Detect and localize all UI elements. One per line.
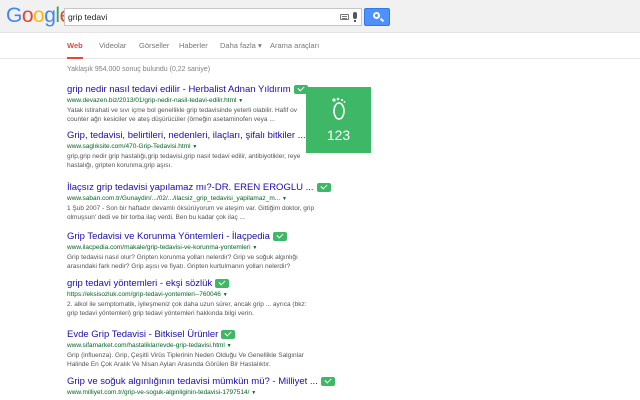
search-box	[64, 8, 362, 26]
search-icon-handle	[379, 17, 385, 23]
caret-down-icon[interactable]: ▼	[251, 390, 256, 396]
search-button[interactable]	[364, 8, 390, 26]
tab-search-tools[interactable]: Arama araçları	[270, 41, 319, 59]
google-logo[interactable]: Google	[6, 5, 71, 27]
extension-panel[interactable]: 123	[306, 87, 371, 153]
result-title[interactable]: Grip ve soğuk algınlığının tedavisi mümk…	[67, 376, 318, 387]
search-tabs: Web Videolar Görseller Haberler Daha faz…	[0, 33, 640, 59]
result-item: grip tedavi yöntemleri - ekşi sözlük htt…	[67, 278, 367, 318]
footprint-icon	[332, 97, 346, 120]
result-url: www.devazen.biz/2013/01/grip-nedir-nasil…	[67, 97, 237, 104]
result-snippet-line: Grip (influenza). Grip, Çeşitli Virüs Ti…	[67, 352, 304, 359]
search-input[interactable]	[65, 9, 327, 25]
result-title[interactable]: Grip, tedavisi, belirtileri, nedenleri, …	[67, 130, 306, 141]
result-title[interactable]: grip tedavi yöntemleri - ekşi sözlük	[67, 278, 212, 289]
checkmark-icon	[215, 278, 230, 288]
checkmark-icon	[221, 329, 236, 339]
result-url: www.sifamarket.com/hastaliklar/evde-grip…	[67, 342, 225, 349]
caret-down-icon[interactable]: ▼	[238, 98, 243, 104]
microphone-icon[interactable]	[353, 12, 357, 22]
panel-count: 123	[326, 127, 351, 143]
tab-web[interactable]: Web	[67, 41, 83, 59]
result-title[interactable]: Evde Grip Tedavisi - Bitkisel Ürünler	[67, 329, 218, 340]
logo-letter: g	[44, 4, 56, 27]
result-snippet-line: arasındaki fark nedir? Grip aşısı ve fiy…	[67, 263, 291, 270]
tab-images[interactable]: Görseller	[139, 41, 169, 59]
caret-down-icon[interactable]: ▼	[223, 292, 228, 298]
checkmark-icon	[316, 182, 331, 192]
keyboard-icon[interactable]	[340, 14, 349, 20]
checkmark-icon	[272, 231, 287, 241]
result-url: www.milliyet.com.tr/grip-ve-soguk-alginl…	[67, 389, 250, 396]
caret-down-icon[interactable]: ▼	[227, 343, 232, 349]
result-snippet-line: grip,grip nedir grip hastalığı,grip teda…	[67, 153, 301, 160]
result-item: Evde Grip Tedavisi - Bitkisel Ürünler ww…	[67, 329, 367, 369]
logo-letter: o	[33, 4, 45, 27]
result-item: Grip ve soğuk algınlığının tedavisi mümk…	[67, 376, 367, 398]
tab-news[interactable]: Haberler	[179, 41, 208, 59]
result-snippet-line: olmuşsun' dedi ve bir torba ilaç verdi. …	[67, 214, 245, 221]
result-title[interactable]: Grip Tedavisi ve Korunma Yöntemleri - İl…	[67, 231, 270, 242]
result-snippet-line: grip tedavi yöntemleri) grip tedavi yönt…	[67, 310, 254, 317]
caret-down-icon[interactable]: ▼	[252, 245, 257, 251]
result-item: Grip Tedavisi ve Korunma Yöntemleri - İl…	[67, 231, 367, 271]
top-bar: Google	[0, 0, 640, 33]
result-stats: Yaklaşık 954.000 sonuç bulundu (0,22 san…	[67, 66, 211, 73]
result-title[interactable]: İlaçsız grip tedavisi yapılamaz mı?-DR. …	[67, 182, 314, 193]
result-url: www.saban.com.tr/Gunaydin/.../02/.../ila…	[67, 195, 281, 202]
tab-more[interactable]: Daha fazla ▾	[220, 41, 262, 59]
result-item: İlaçsız grip tedavisi yapılamaz mı?-DR. …	[67, 182, 367, 222]
checkmark-icon	[320, 376, 335, 386]
result-snippet-line: hastalığı, gripten korunma,grip aşısı.	[67, 162, 173, 169]
result-snippet-line: 2. alkol ile semptomatik, iyileşmeniz ço…	[67, 301, 307, 308]
caret-down-icon[interactable]: ▼	[282, 196, 287, 202]
result-url: https://eksisozluk.com/grip-tedavi-yonte…	[67, 291, 221, 298]
result-url: www.ilacpedia.com/makale/grip-tedavisi-v…	[67, 244, 251, 251]
result-url: www.saglıksite.com/470-Grip-Tedavisi.htm…	[67, 143, 191, 150]
result-snippet-line: Halinde En Çok Aralık Ve Nisan Ayları Ar…	[67, 361, 271, 368]
tab-videos[interactable]: Videolar	[99, 41, 126, 59]
result-snippet-line: 1 Şub 2007 - Son bir haftadır devamlı ök…	[67, 205, 315, 212]
caret-down-icon[interactable]: ▼	[192, 144, 197, 150]
result-title[interactable]: grip nedir nasıl tedavi edilir - Herbali…	[67, 84, 291, 95]
result-snippet-line: Grip tedavisi nasıl olur? Gripten korunm…	[67, 254, 298, 261]
logo-letter: G	[6, 4, 22, 27]
logo-letter: o	[21, 4, 34, 27]
search-icon	[373, 12, 380, 19]
